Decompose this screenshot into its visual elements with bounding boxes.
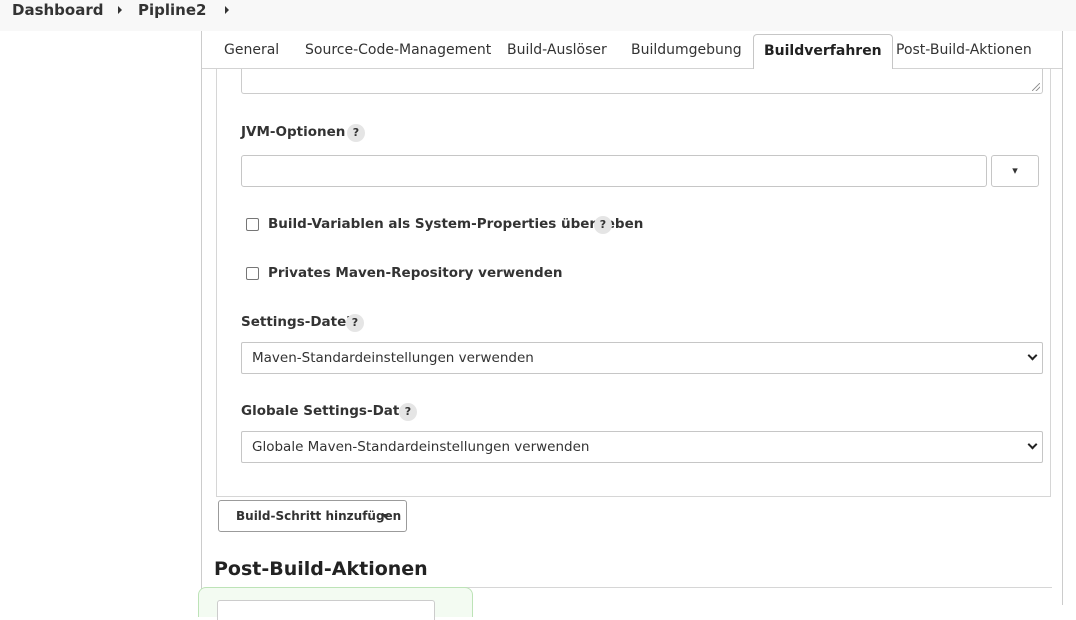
private-repository-checkbox[interactable] — [246, 267, 259, 280]
tab-post-build-actions[interactable]: Post-Build-Aktionen — [886, 34, 1042, 70]
post-build-action-button[interactable] — [217, 600, 435, 620]
resize-grip-icon[interactable] — [1032, 83, 1040, 91]
breadcrumb: Dashboard Pipline2 — [0, 0, 1076, 31]
global-settings-file-select[interactable]: Globale Maven-Standardeinstellungen verw… — [241, 431, 1043, 463]
jvm-options-help-icon[interactable]: ? — [347, 124, 365, 142]
jvm-options-label: JVM-Optionen — [241, 124, 346, 140]
build-variables-label[interactable]: Build-Variablen als System-Properties üb… — [268, 216, 643, 232]
jvm-options-input[interactable] — [241, 155, 987, 187]
tab-source-code-management[interactable]: Source-Code-Management — [295, 34, 501, 70]
breadcrumb-job-link[interactable]: Pipline2 — [138, 1, 206, 19]
settings-file-selected-value: Maven-Standardeinstellungen verwenden — [252, 350, 534, 366]
chevron-down-icon — [1027, 350, 1038, 361]
global-settings-file-selected-value: Globale Maven-Standardeinstellungen verw… — [252, 439, 590, 455]
add-build-step-label: Build-Schritt hinzufügen — [236, 509, 402, 523]
chevron-down-icon — [1027, 439, 1038, 450]
settings-file-select[interactable]: Maven-Standardeinstellungen verwenden — [241, 342, 1043, 374]
jvm-options-expand-button[interactable]: ▾ — [991, 155, 1039, 187]
breadcrumb-dashboard-link[interactable]: Dashboard — [12, 1, 103, 19]
tab-build-steps[interactable]: Buildverfahren — [753, 34, 893, 70]
tab-build-environment[interactable]: Buildumgebung — [621, 34, 752, 70]
caret-down-icon: ▾ — [1012, 164, 1018, 177]
tab-general[interactable]: General — [214, 34, 289, 70]
post-build-section-heading: Post-Build-Aktionen — [214, 558, 428, 580]
maven-build-step: JVM-Optionen ? ▾ Build-Variablen als Sys… — [216, 69, 1051, 497]
settings-file-label: Settings-Datei — [241, 314, 351, 330]
breadcrumb-chevron-icon[interactable] — [118, 6, 122, 14]
build-variables-help-icon[interactable]: ? — [594, 216, 612, 234]
settings-file-help-icon[interactable]: ? — [346, 314, 364, 332]
config-panel: General Source-Code-Management Build-Aus… — [198, 31, 1063, 620]
build-variables-checkbox[interactable] — [246, 218, 259, 231]
global-settings-file-label: Globale Settings-Datei — [241, 403, 414, 419]
post-build-dropzone — [198, 587, 473, 620]
private-repository-label[interactable]: Privates Maven-Repository verwenden — [268, 265, 562, 281]
breadcrumb-chevron-icon[interactable] — [225, 6, 229, 14]
tab-build-triggers[interactable]: Build-Auslöser — [497, 34, 617, 70]
add-build-step-button[interactable]: Build-Schritt hinzufügen — [218, 500, 407, 532]
config-tabbar: General Source-Code-Management Build-Aus… — [202, 31, 1062, 70]
caret-down-icon — [381, 514, 389, 518]
global-settings-file-help-icon[interactable]: ? — [399, 403, 417, 421]
goals-textarea[interactable] — [241, 69, 1043, 94]
